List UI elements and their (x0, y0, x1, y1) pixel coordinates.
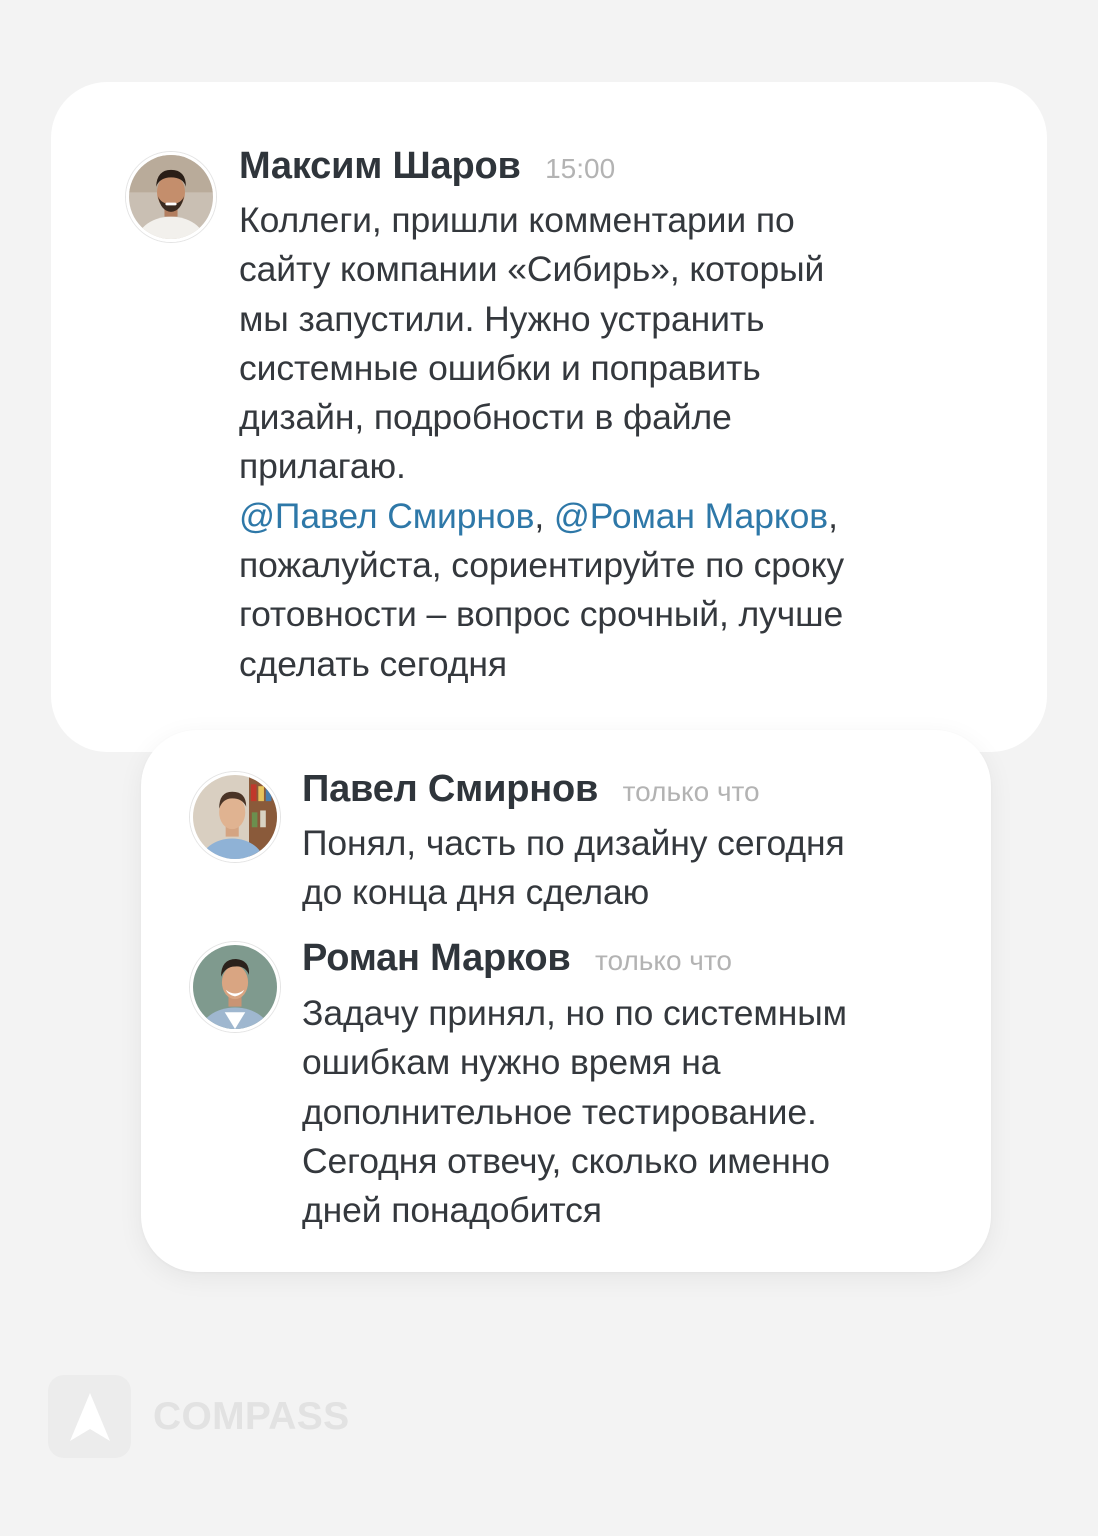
message-text: Коллеги, пришли комментарии по сайту ком… (239, 196, 844, 689)
message-line: до конца дня сделаю (302, 872, 650, 913)
author-name[interactable]: Максим Шаров (239, 145, 521, 187)
mention-end: , (828, 495, 838, 536)
message-line: Понял, часть по дизайну сегодня (302, 823, 845, 863)
message-line: сайту компании «Сибирь», который (239, 249, 825, 290)
message-line: дополнительное тестирование. (302, 1091, 817, 1132)
message-line: пожалуйста, сориентируйте по сроку (239, 545, 845, 586)
message-text: Задачу принял, но по системным ошибкам н… (302, 989, 847, 1235)
message-line: ошибкам нужно время на (302, 1042, 721, 1083)
brand-name: COMPASS (153, 1394, 350, 1438)
avatar-maksim[interactable] (126, 152, 216, 242)
mention-roman[interactable]: @Роман Марков (554, 496, 828, 536)
mention-pavel[interactable]: @Павел Смирнов (239, 496, 534, 536)
avatar-roman[interactable] (190, 942, 280, 1032)
avatar-photo-pavel (193, 775, 277, 859)
brand-logo: COMPASS (48, 1375, 349, 1458)
message-line: Задачу принял, но по системным (302, 993, 847, 1033)
message-line: дней понадобится (302, 1190, 602, 1231)
avatar-photo-roman (193, 945, 277, 1029)
message-header: Максим Шаров 15:00 (239, 145, 615, 188)
message-line: сделать сегодня (239, 643, 507, 684)
message-text: Понял, часть по дизайну сегодня до конца… (302, 819, 845, 918)
author-name[interactable]: Павел Смирнов (302, 768, 598, 810)
message-header: Павел Смирнов только что (302, 768, 760, 811)
mentions-line: @Павел Смирнов, @Роман Марков, (239, 492, 844, 541)
message-header: Роман Марков только что (302, 937, 732, 980)
message-line: готовности – вопрос срочный, лучше (239, 594, 844, 635)
message-line: Сегодня отвечу, сколько именно (302, 1140, 830, 1181)
message-line: Коллеги, пришли комментарии по (239, 200, 795, 240)
message-time: только что (594, 945, 732, 976)
mention-separator: , (534, 495, 554, 536)
message-time: 15:00 (545, 153, 616, 184)
message-line: прилагаю. (239, 446, 406, 487)
avatar-photo-maksim (129, 155, 213, 239)
message-line: системные ошибки и поправить (239, 347, 761, 388)
author-name[interactable]: Роман Марков (302, 937, 571, 979)
message-line: дизайн, подробности в файле (239, 397, 732, 438)
compass-arrow-icon (48, 1375, 131, 1458)
avatar-pavel[interactable] (190, 772, 280, 862)
message-line: мы запустили. Нужно устранить (239, 298, 765, 339)
message-time: только что (622, 776, 760, 807)
